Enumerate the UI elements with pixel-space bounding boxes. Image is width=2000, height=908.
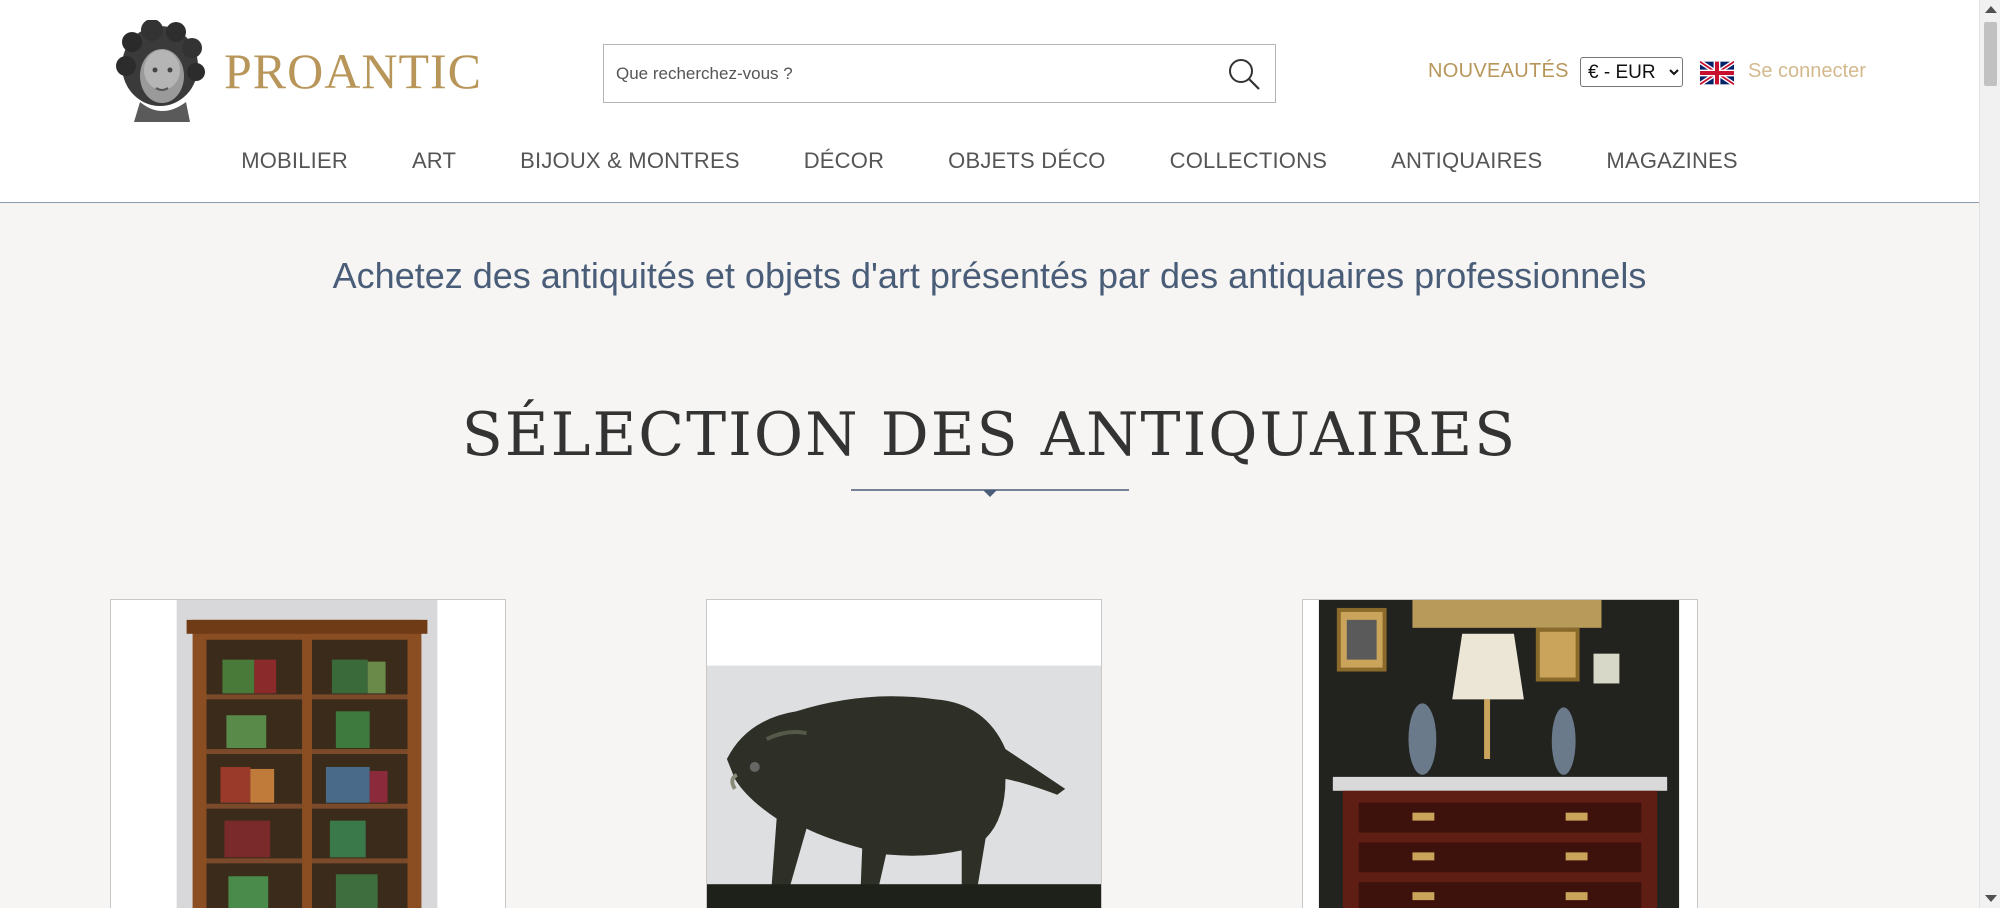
scroll-down-arrow-icon[interactable] (1985, 895, 1997, 902)
nav-item-bijoux-montres[interactable]: BIJOUX & MONTRES (520, 148, 740, 174)
currency-select[interactable]: € - EUR (1580, 57, 1683, 87)
uk-flag-icon[interactable] (1700, 61, 1734, 85)
title-divider (851, 489, 1129, 497)
scrollbar-thumb[interactable] (1984, 22, 1997, 86)
search-input[interactable] (604, 45, 1204, 102)
nav-item-collections[interactable]: COLLECTIONS (1170, 148, 1327, 174)
search-bar (603, 44, 1276, 103)
logo-link[interactable]: PROANTIC (110, 20, 482, 122)
nav-item-magazines[interactable]: MAGAZINES (1606, 148, 1737, 174)
product-card-boar-sculpture[interactable] (706, 599, 1102, 908)
nouveautes-link[interactable]: NOUVEAUTÉS (1428, 60, 1569, 83)
nav-item-art[interactable]: ART (412, 148, 456, 174)
search-icon[interactable] (1227, 57, 1261, 91)
product-card-commode[interactable] (1302, 599, 1698, 908)
site-header: PROANTIC NOUVEAUTÉS € - EUR Se connecter… (0, 0, 1979, 203)
page-scrollbar[interactable] (1979, 0, 2000, 908)
commode-image (1303, 600, 1697, 908)
boar-sculpture-image (707, 600, 1101, 908)
main-nav: MOBILIER ART BIJOUX & MONTRES DÉCOR OBJE… (0, 148, 1979, 174)
bust-logo-icon (116, 20, 205, 122)
tagline: Achetez des antiquités et objets d'art p… (332, 255, 1647, 296)
logo-text: PROANTIC (224, 43, 483, 99)
login-link[interactable]: Se connecter (1748, 60, 1866, 83)
nav-item-objets-deco[interactable]: OBJETS DÉCO (948, 148, 1105, 174)
bookcase-image (111, 600, 505, 908)
nav-item-decor[interactable]: DÉCOR (804, 148, 884, 174)
section-title: SÉLECTION DES ANTIQUAIRES (461, 400, 1518, 470)
scroll-up-arrow-icon[interactable] (1985, 6, 1997, 13)
nav-item-antiquaires[interactable]: ANTIQUAIRES (1391, 148, 1542, 174)
nav-item-mobilier[interactable]: MOBILIER (241, 148, 348, 174)
product-card-bookcase[interactable] (110, 599, 506, 908)
